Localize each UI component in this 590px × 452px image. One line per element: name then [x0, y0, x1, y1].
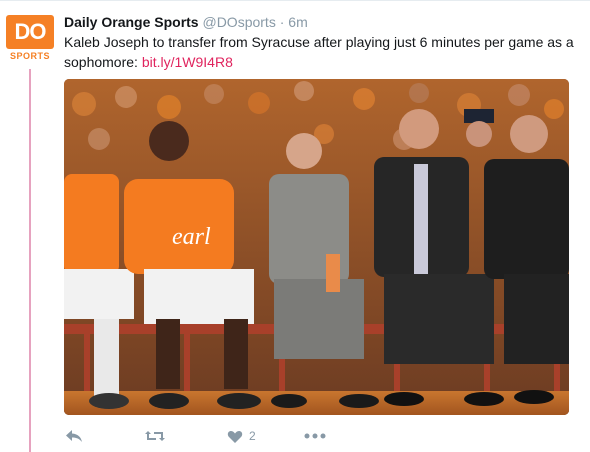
like-count: 2 — [249, 429, 256, 443]
tweet-body: Kaleb Joseph to transfer from Syracuse a… — [64, 34, 574, 70]
account-name[interactable]: Daily Orange Sports — [64, 14, 199, 30]
more-button[interactable] — [304, 425, 334, 447]
tweet-text: Kaleb Joseph to transfer from Syracuse a… — [64, 32, 574, 72]
reply-icon — [66, 430, 82, 442]
tweet-link[interactable]: bit.ly/1W9I4R8 — [142, 54, 233, 70]
retweet-icon — [145, 431, 165, 441]
time-separator: · — [279, 14, 285, 30]
tweet: DO SPORTS Daily Orange Sports @DOsports … — [0, 0, 590, 452]
more-icon — [304, 433, 326, 439]
like-icon — [227, 430, 243, 443]
reply-button[interactable] — [64, 425, 144, 447]
tweet-photo[interactable]: earl — [64, 79, 569, 415]
like-button[interactable]: 2 — [227, 425, 304, 447]
tweet-actions: 2 — [64, 425, 334, 447]
avatar-logo: DO — [6, 15, 54, 49]
avatar-logo-subtext: SPORTS — [9, 51, 50, 61]
avatar[interactable]: DO SPORTS — [6, 15, 54, 63]
photo-basketball-bench: earl — [64, 79, 569, 415]
tweet-header: Daily Orange Sports @DOsports · 6m — [64, 12, 308, 32]
tweet-timestamp[interactable]: 6m — [288, 14, 307, 30]
account-handle[interactable]: @DOsports — [202, 14, 275, 30]
thread-line — [29, 69, 31, 452]
jersey-text: earl — [172, 224, 211, 250]
retweet-button[interactable] — [144, 425, 227, 447]
